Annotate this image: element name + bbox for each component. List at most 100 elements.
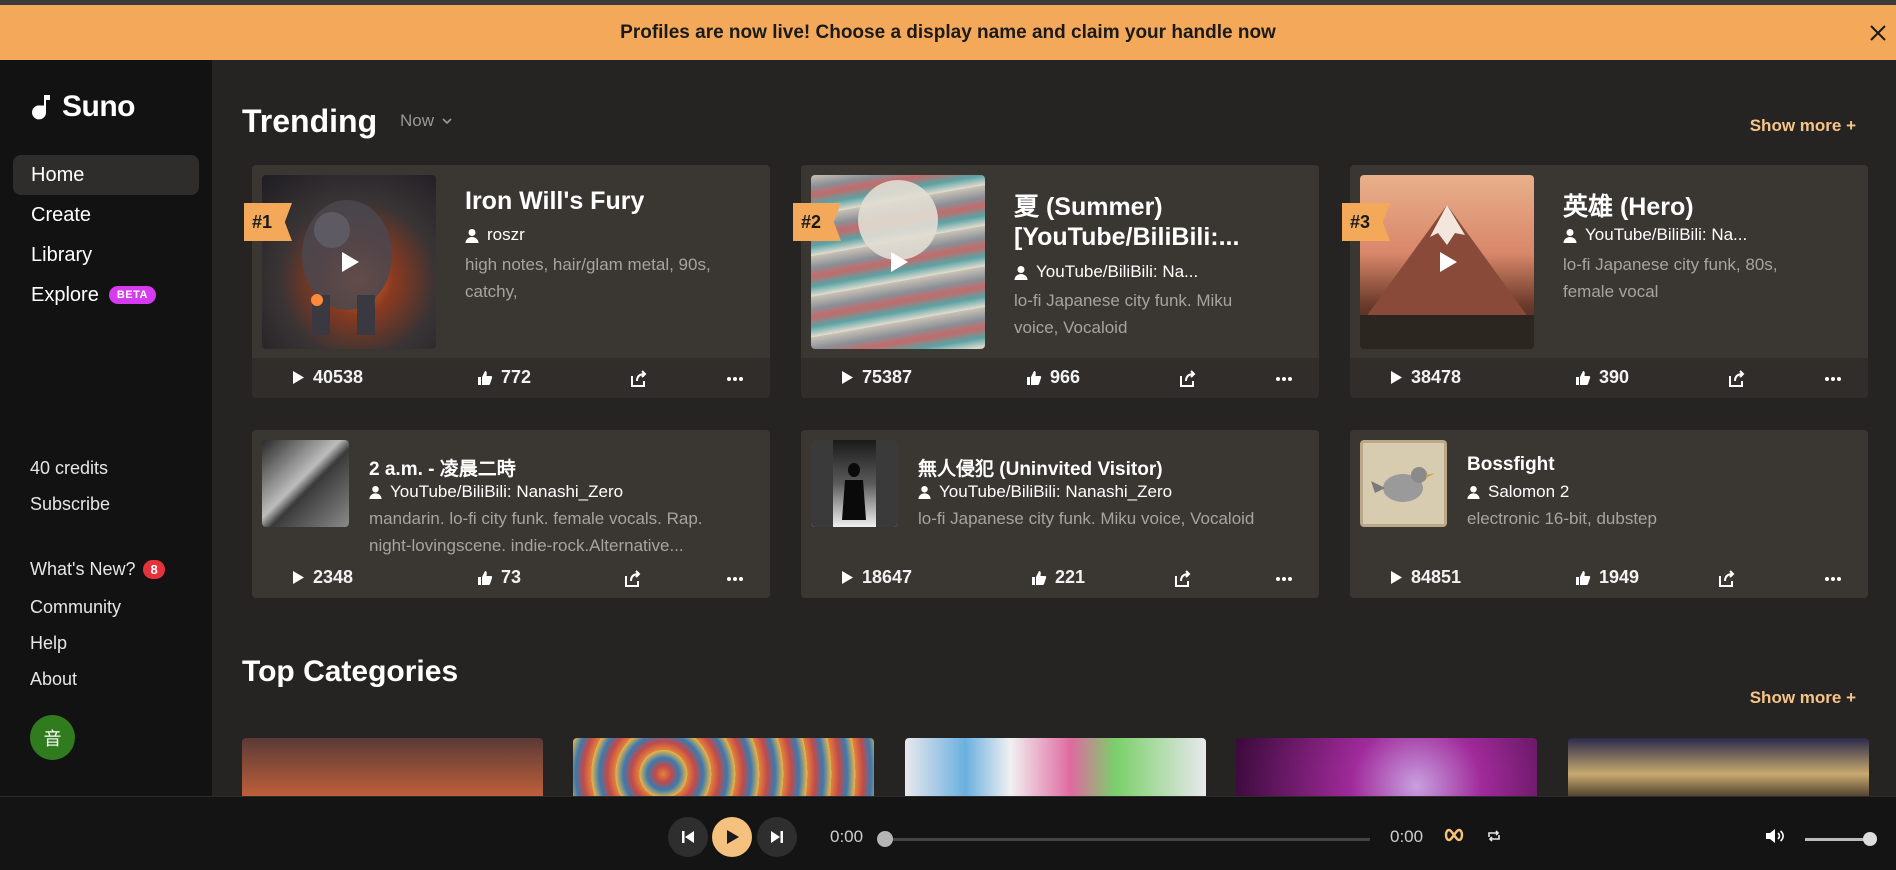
song-cover-image[interactable] xyxy=(1360,175,1534,349)
nav-home-label: Home xyxy=(31,163,85,186)
song-cover-image[interactable] xyxy=(1360,440,1447,527)
play-count[interactable]: 18647 xyxy=(841,567,912,588)
featured-song-card[interactable]: #2 夏 (Summer) [YouTube/BiliBili:... YouT… xyxy=(793,165,1319,398)
nav-library[interactable]: Library xyxy=(13,235,199,275)
song-cover-image[interactable] xyxy=(811,175,985,349)
play-button[interactable] xyxy=(712,817,752,857)
share-icon[interactable] xyxy=(1174,570,1192,588)
share-icon[interactable] xyxy=(630,370,648,388)
song-card[interactable]: 2 a.m. - 凌晨二時 YouTube/BiliBili: Nanashi_… xyxy=(252,430,770,598)
progress-handle[interactable] xyxy=(877,831,893,847)
song-title[interactable]: 英雄 (Hero) xyxy=(1563,187,1694,223)
song-tags-line2: female vocal xyxy=(1563,282,1659,301)
song-cover-image[interactable] xyxy=(262,175,436,349)
song-artist[interactable]: YouTube/BiliBili: Nanashi_Zero xyxy=(918,482,1172,502)
category-tile[interactable] xyxy=(1236,738,1537,796)
play-icon xyxy=(842,571,853,584)
category-tile[interactable] xyxy=(573,738,874,796)
song-cover-image[interactable] xyxy=(262,440,349,527)
close-icon[interactable] xyxy=(1866,21,1890,45)
nav-create[interactable]: Create xyxy=(13,195,199,235)
play-icon xyxy=(293,571,304,584)
nav-explore[interactable]: Explore BETA xyxy=(13,275,199,315)
song-title-line2[interactable]: [YouTube/BiliBili:... xyxy=(1014,223,1239,252)
more-options-icon[interactable] xyxy=(1824,370,1842,388)
like-button[interactable]: 390 xyxy=(1575,367,1629,388)
play-icon[interactable] xyxy=(336,249,362,275)
like-count-value: 772 xyxy=(501,367,532,387)
volume-slider-track[interactable] xyxy=(1805,838,1871,841)
song-title[interactable]: 夏 (Summer) xyxy=(1014,187,1163,223)
nav-home[interactable]: Home xyxy=(13,155,199,195)
user-icon xyxy=(369,485,382,499)
share-icon[interactable] xyxy=(1728,370,1746,388)
song-title[interactable]: 2 a.m. - 凌晨二時 xyxy=(369,454,516,481)
share-icon[interactable] xyxy=(1718,570,1736,588)
song-artist[interactable]: YouTube/BiliBili: Na... xyxy=(1014,262,1198,282)
song-title[interactable]: Bossfight xyxy=(1467,454,1555,476)
thumbs-up-icon xyxy=(1576,570,1591,585)
top-categories-title: Top Categories xyxy=(242,655,459,688)
more-options-icon[interactable] xyxy=(1275,570,1293,588)
suno-logo-icon xyxy=(32,95,50,120)
share-icon[interactable] xyxy=(1179,370,1197,388)
play-icon[interactable] xyxy=(885,249,911,275)
subscribe-link[interactable]: Subscribe xyxy=(30,494,110,515)
about-link[interactable]: About xyxy=(30,669,77,690)
song-tags-line1: mandarin. lo-fi city funk. female vocals… xyxy=(369,509,703,528)
avatar[interactable]: 音 xyxy=(30,715,75,760)
category-tile[interactable] xyxy=(1568,738,1869,796)
like-button[interactable]: 73 xyxy=(477,567,521,588)
progress-track[interactable] xyxy=(885,838,1370,841)
category-tile[interactable] xyxy=(905,738,1206,796)
song-cover-image[interactable] xyxy=(811,440,898,527)
like-button[interactable]: 1949 xyxy=(1575,567,1639,588)
repeat-icon[interactable] xyxy=(1486,828,1502,844)
more-options-icon[interactable] xyxy=(1275,370,1293,388)
category-tile[interactable] xyxy=(242,738,543,796)
infinity-loop-icon[interactable] xyxy=(1443,828,1465,842)
song-artist[interactable]: YouTube/BiliBili: Nanashi_Zero xyxy=(369,482,623,502)
next-button[interactable] xyxy=(757,817,797,857)
play-count[interactable]: 38478 xyxy=(1390,367,1461,388)
play-icon[interactable] xyxy=(1434,249,1460,275)
play-count[interactable]: 84851 xyxy=(1390,567,1461,588)
more-options-icon[interactable] xyxy=(726,570,744,588)
song-tags: electronic 16-bit, dubstep xyxy=(1467,505,1857,532)
song-title[interactable]: Iron Will's Fury xyxy=(465,187,644,216)
trending-show-more-link[interactable]: Show more + xyxy=(1750,116,1856,136)
like-button[interactable]: 772 xyxy=(477,367,531,388)
more-options-icon[interactable] xyxy=(726,370,744,388)
like-button[interactable]: 221 xyxy=(1031,567,1085,588)
play-count[interactable]: 2348 xyxy=(292,567,353,588)
song-card[interactable]: 無人侵犯 (Uninvited Visitor) YouTube/BiliBil… xyxy=(801,430,1319,598)
volume-slider-handle[interactable] xyxy=(1863,832,1877,846)
like-button[interactable]: 966 xyxy=(1026,367,1080,388)
banner-text[interactable]: Profiles are now live! Choose a display … xyxy=(620,22,1276,44)
trending-title: Trending xyxy=(242,103,378,139)
artist-name: roszr xyxy=(487,225,525,244)
song-title[interactable]: 無人侵犯 (Uninvited Visitor) xyxy=(918,454,1163,481)
bird-art-illustration xyxy=(1371,467,1435,502)
volume-icon[interactable] xyxy=(1765,828,1785,844)
categories-show-more-link[interactable]: Show more + xyxy=(1750,688,1856,708)
song-card[interactable]: Bossfight Salomon 2 electronic 16-bit, d… xyxy=(1350,430,1868,598)
previous-button[interactable] xyxy=(668,817,708,857)
avatar-initial: 音 xyxy=(43,728,62,749)
featured-song-card[interactable]: #3 英雄 (Hero) YouTube/BiliBili: Na... lo-… xyxy=(1342,165,1868,398)
whats-new-link[interactable]: What's New? 8 xyxy=(30,559,165,580)
logo[interactable]: Suno xyxy=(30,90,136,124)
more-options-icon[interactable] xyxy=(1824,570,1842,588)
featured-song-card[interactable]: #1 Iron Will's Fury roszr high notes, ha… xyxy=(244,165,770,398)
community-link[interactable]: Community xyxy=(30,597,121,618)
thumbs-up-icon xyxy=(478,570,493,585)
share-icon[interactable] xyxy=(624,570,642,588)
play-count[interactable]: 40538 xyxy=(292,367,363,388)
play-count[interactable]: 75387 xyxy=(841,367,912,388)
song-artist[interactable]: roszr xyxy=(465,225,525,245)
song-tags: high notes, hair/glam metal, 90s, catchy, xyxy=(465,251,755,305)
song-artist[interactable]: YouTube/BiliBili: Na... xyxy=(1563,225,1747,245)
help-link[interactable]: Help xyxy=(30,633,67,654)
trending-filter-dropdown[interactable]: Now xyxy=(400,111,452,131)
song-artist[interactable]: Salomon 2 xyxy=(1467,482,1569,502)
